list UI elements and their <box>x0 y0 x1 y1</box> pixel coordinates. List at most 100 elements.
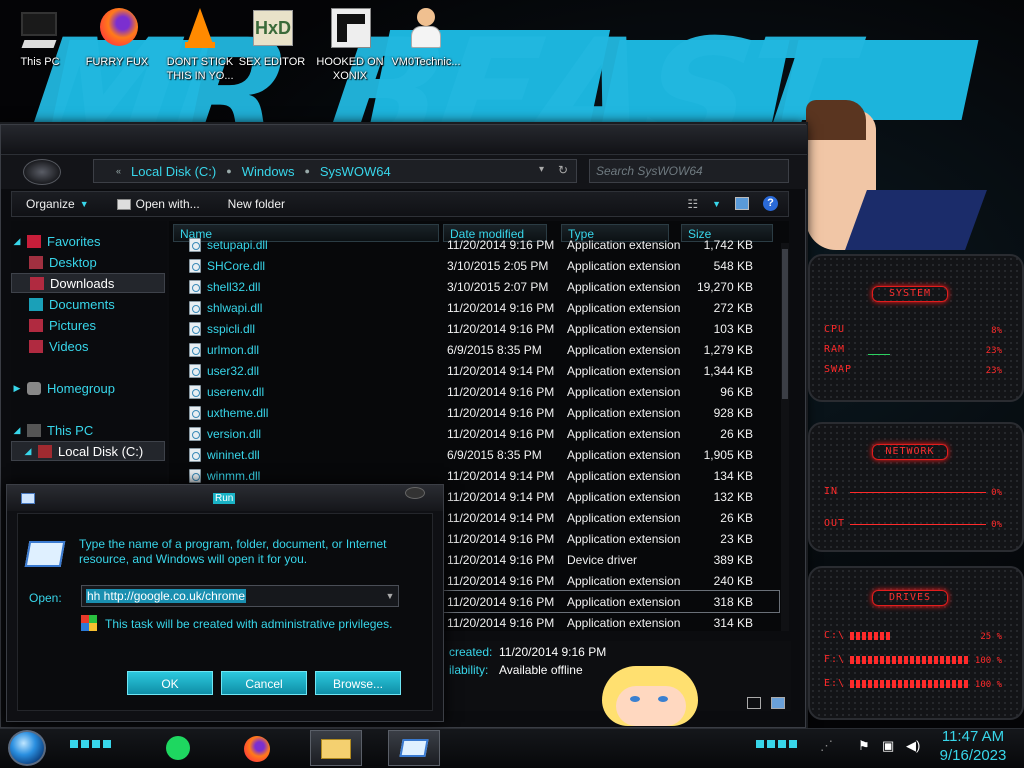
view-options-icon[interactable]: ☷ <box>687 197 698 211</box>
file-name: sspicli.dll <box>207 322 256 336</box>
nav-this-pc[interactable]: ◢ This PC <box>11 420 165 440</box>
browse-button[interactable]: Browse... <box>315 671 401 695</box>
expand-arrow-icon[interactable]: ◢ <box>22 446 34 457</box>
action-center-flag-icon[interactable]: ⚑ <box>858 738 870 754</box>
cpu-value: 8% <box>991 326 1002 336</box>
network-gadget[interactable]: NETWORK IN 0% OUT 0% <box>808 422 1024 552</box>
start-button[interactable] <box>8 730 46 766</box>
taskbar-spotify[interactable] <box>154 730 206 766</box>
file-list-scrollbar[interactable] <box>781 243 789 631</box>
preview-pane-icon[interactable] <box>735 197 749 210</box>
file-type: Application extension <box>567 595 681 609</box>
back-forward-button[interactable] <box>23 159 61 185</box>
breadcrumb-separator-icon[interactable]: ● <box>304 166 309 176</box>
close-icon[interactable] <box>405 487 425 499</box>
table-row[interactable]: urlmon.dll 6/9/2015 8:35 PM Application ex… <box>169 339 779 360</box>
cancel-button[interactable]: Cancel <box>221 671 307 695</box>
desktop-icon-this-pc[interactable]: This PC <box>4 6 76 69</box>
open-with-button[interactable]: Open with... <box>103 197 214 211</box>
taskbar-decor <box>756 740 800 748</box>
search-input[interactable]: Search SysWOW64 <box>589 159 789 183</box>
table-row[interactable]: user32.dll 11/20/2014 9:14 PM Application … <box>169 360 779 381</box>
taskbar-run[interactable] <box>388 730 440 766</box>
file-date: 6/9/2015 8:35 PM <box>447 448 542 462</box>
file-type: Application extension <box>567 385 681 399</box>
nav-homegroup[interactable]: ▶ Homegroup <box>11 378 165 398</box>
taskbar-firefox[interactable] <box>232 730 284 766</box>
taskbar-file-explorer[interactable] <box>310 730 362 766</box>
breadcrumb-separator-icon[interactable]: ● <box>226 166 231 176</box>
table-row[interactable]: wininet.dll 6/9/2015 8:35 PM Application e… <box>169 444 779 465</box>
ram-graph-line <box>868 354 890 355</box>
file-type: Application extension <box>567 301 681 315</box>
open-combobox[interactable]: hh http://google.co.uk/chrome ▼ <box>81 585 399 607</box>
open-value[interactable]: hh http://google.co.uk/chrome <box>86 589 247 603</box>
network-icon[interactable]: ▣ <box>882 738 894 754</box>
file-name: SHCore.dll <box>207 259 266 273</box>
table-row[interactable]: userenv.dll 11/20/2014 9:16 PM Application… <box>169 381 779 402</box>
table-row[interactable]: sspicli.dll 11/20/2014 9:16 PM Application… <box>169 318 779 339</box>
nav-videos[interactable]: Videos <box>11 336 165 356</box>
system-gadget[interactable]: SYSTEM CPU 8% RAM 23% SWAP 23% <box>808 254 1024 402</box>
desktop-icon-vm0technic[interactable]: VM0Technic... <box>390 6 462 69</box>
volume-icon[interactable]: ◀) <box>906 738 920 754</box>
breadcrumb-windows[interactable]: Windows <box>242 164 295 179</box>
in-graph-line <box>850 492 986 493</box>
nav-downloads[interactable]: Downloads <box>11 273 165 293</box>
nav-desktop[interactable]: Desktop <box>11 252 165 272</box>
view-dropdown-icon[interactable]: ▼ <box>712 199 721 209</box>
admin-note: This task will be created with administr… <box>105 617 393 631</box>
explorer-titlebar[interactable] <box>1 125 807 155</box>
out-value: 0% <box>991 520 1002 530</box>
desktop-icon-dont-stick[interactable]: DONT STICK THIS IN YO... <box>164 6 236 83</box>
table-row[interactable]: shell32.dll 3/10/2015 2:07 PM Application … <box>169 276 779 297</box>
refresh-icon[interactable]: ↻ <box>558 163 568 177</box>
help-icon[interactable]: ? <box>763 196 778 211</box>
run-titlebar[interactable]: Run <box>7 485 443 511</box>
file-date: 11/20/2014 9:16 PM <box>447 532 555 546</box>
nav-favorites[interactable]: ◢ Favorites <box>11 231 165 251</box>
drive-e-label: E:\ <box>824 678 846 689</box>
run-app-icon <box>21 493 35 504</box>
organize-button[interactable]: Organize ▼ <box>12 197 103 211</box>
expand-arrow-icon[interactable]: ◢ <box>11 236 23 247</box>
drives-gadget[interactable]: DRIVES C:\ 25 % F:\ 100 % E:\ 100 % <box>808 566 1024 720</box>
desktop-icon-sex-editor[interactable]: HxD SEX EDITOR <box>236 6 308 69</box>
in-label: IN <box>824 486 839 497</box>
chevron-down-icon[interactable]: ▼ <box>382 586 398 606</box>
address-bar[interactable]: « Local Disk (C:) ● Windows ● SysWOW64 ▾… <box>93 159 577 183</box>
breadcrumb-overflow-icon[interactable]: « <box>116 166 121 176</box>
breadcrumb-syswow64[interactable]: SysWOW64 <box>320 164 391 179</box>
table-row[interactable]: version.dll 11/20/2014 9:16 PM Application… <box>169 423 779 444</box>
table-row[interactable]: shlwapi.dll 11/20/2014 9:16 PM Application… <box>169 297 779 318</box>
firefox-icon <box>94 6 140 52</box>
new-folder-button[interactable]: New folder <box>214 197 299 211</box>
file-name: winmm.dll <box>207 469 261 483</box>
breadcrumb-local-disk[interactable]: Local Disk (C:) <box>131 164 216 179</box>
expand-arrow-icon[interactable]: ◢ <box>11 425 23 436</box>
file-size: 26 KB <box>720 511 753 525</box>
nav-documents[interactable]: Documents <box>11 294 165 314</box>
expand-arrow-icon[interactable]: ▶ <box>11 383 23 394</box>
file-type: Device driver <box>567 553 638 567</box>
homegroup-icon <box>27 381 41 395</box>
nav-local-disk[interactable]: ◢ Local Disk (C:) <box>11 441 165 461</box>
file-date: 11/20/2014 9:16 PM <box>447 385 555 399</box>
nav-pictures[interactable]: Pictures <box>11 315 165 335</box>
details-view-icon[interactable] <box>747 697 761 709</box>
availability-value: Available offline <box>499 663 583 677</box>
taskbar-clock[interactable]: 11:47 AM 9/16/2023 <box>928 727 1018 765</box>
table-row[interactable]: winmm.dll 11/20/2014 9:14 PM Application e… <box>169 465 779 486</box>
drive-f-label: F:\ <box>824 654 846 665</box>
table-row[interactable]: setupapi.dll 11/20/2014 9:16 PM Applicatio… <box>169 234 779 255</box>
desktop-icon-furry-fux[interactable]: FURRY FUX <box>81 6 153 69</box>
large-icons-view-icon[interactable] <box>771 697 785 709</box>
file-size: 389 KB <box>713 553 753 567</box>
address-dropdown-icon[interactable]: ▾ <box>539 164 544 175</box>
ok-button[interactable]: OK <box>127 671 213 695</box>
table-row[interactable]: SHCore.dll 3/10/2015 2:05 PM Application e… <box>169 255 779 276</box>
pictures-folder-icon <box>29 318 43 332</box>
table-row[interactable]: uxtheme.dll 11/20/2014 9:16 PM Application… <box>169 402 779 423</box>
tray-overflow-icon[interactable]: ⋰ <box>820 738 833 754</box>
desktop-icon-hooked-on-xonix[interactable]: HOOKED ON XONIX <box>314 6 386 83</box>
